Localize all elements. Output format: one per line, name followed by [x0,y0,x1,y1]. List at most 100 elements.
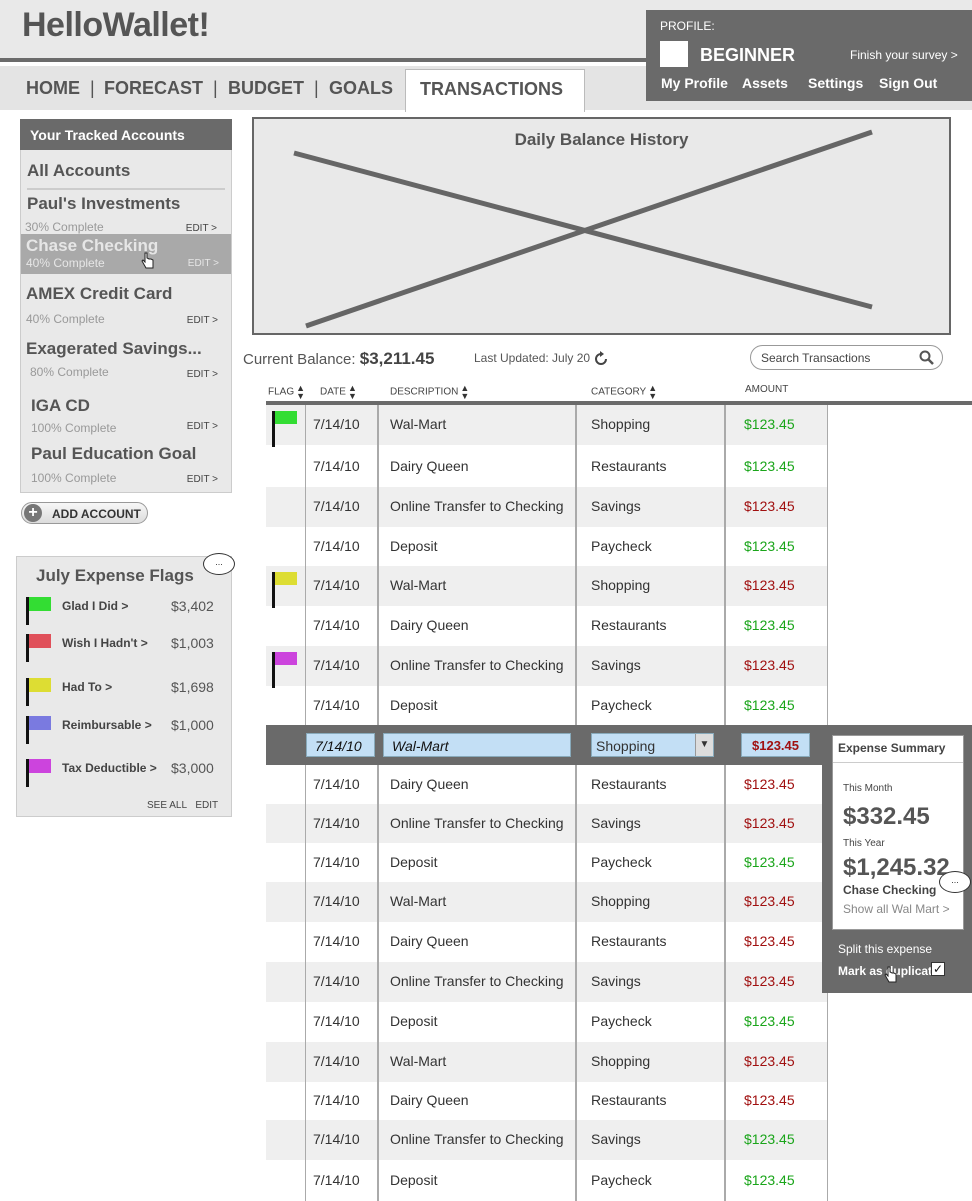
account-edit-link[interactable]: EDIT > [187,315,218,326]
profile-avatar[interactable] [660,41,688,67]
cell-description: Dairy Queen [390,933,469,949]
account-edit-link[interactable]: EDIT > [187,369,218,380]
account-name[interactable]: Paul's Investments [27,194,180,214]
flag-item-had-to[interactable]: Had To > $1,698 [26,678,226,718]
edit-flags-link[interactable]: EDIT [195,800,218,811]
account-name[interactable]: Paul Education Goal [31,444,196,464]
cell-amount: $123.45 [744,498,795,514]
show-all-link[interactable]: Show all Wal Mart > [843,902,950,916]
column-header-description[interactable]: DESCRIPTION ▲ ▼ [390,383,470,401]
survey-link[interactable]: Finish your survey > [850,48,958,62]
cell-category: Shopping [591,577,651,593]
table-row[interactable]: 7/14/10 Deposit Paycheck $123.45 [266,527,828,566]
cell-amount: $123.45 [744,617,795,633]
column-divider [377,405,379,1201]
refresh-icon[interactable] [593,351,609,367]
this-month-label: This Month [843,783,893,794]
image-placeholder-x-icon [293,129,873,329]
cell-date: 7/14/10 [313,1131,360,1147]
cell-category: Restaurants [591,458,667,474]
table-row[interactable]: 7/14/10 Dairy Queen Restaurants $123.45 [266,606,828,646]
comment-bubble-icon[interactable]: ... [939,871,971,893]
category-select[interactable]: Shopping ▼ [591,733,714,757]
table-row[interactable]: 7/14/10 Online Transfer to Checking Saving… [266,962,828,1002]
flag-item-glad[interactable]: Glad I Did > $3,402 [26,597,226,637]
sort-icon: ▲ ▼ [460,383,470,401]
all-accounts-item[interactable]: All Accounts [27,161,130,181]
flag-label: Glad I Did > [62,599,129,613]
search-transactions[interactable]: Search Transactions [750,345,943,370]
table-row[interactable]: 7/14/10 Online Transfer to Checking Saving… [266,1120,828,1160]
table-row[interactable]: 7/14/10 Wal-Mart Shopping $123.45 [266,1042,828,1082]
cell-amount: $123.45 [744,416,795,432]
cell-description: Deposit [390,1013,438,1029]
column-header-flag[interactable]: FLAG ▲ ▼ [268,384,305,401]
table-row[interactable]: 7/14/10 Online Transfer to Checking Saving… [266,804,828,843]
table-row[interactable]: 7/14/10 Deposit Paycheck $123.45 [266,1002,828,1042]
comment-bubble-icon[interactable]: ... [203,553,235,575]
this-month-value: $332.45 [843,803,930,830]
account-edit-link[interactable]: EDIT > [187,474,218,485]
table-row[interactable]: 7/14/10 Deposit Paycheck $123.45 [266,843,828,882]
account-item-selected[interactable]: Chase Checking 40% Complete EDIT > [21,234,231,274]
settings-link[interactable]: Settings [808,75,863,91]
account-edit-link[interactable]: EDIT > [188,258,219,269]
search-input[interactable]: Search Transactions [761,351,870,365]
cell-date: 7/14/10 [313,1172,360,1188]
account-name[interactable]: IGA CD [31,396,90,416]
table-row[interactable]: 7/14/10 Dairy Queen Restaurants $123.45 [266,765,828,804]
amount-edit-field[interactable]: $123.45 [741,733,810,757]
cell-date: 7/14/10 [313,893,360,909]
account-name[interactable]: Exagerated Savings... [26,339,202,359]
table-row[interactable]: 7/14/10 Wal-Mart Shopping $123.45 [266,405,828,447]
cell-category: Shopping [591,893,651,909]
date-edit-field[interactable]: 7/14/10 [306,733,375,757]
table-row[interactable]: 7/14/10 Deposit Paycheck $123.45 [266,686,828,725]
column-header-amount[interactable]: AMOUNT [745,384,788,395]
see-all-link[interactable]: SEE ALL [147,800,187,811]
account-edit-link[interactable]: EDIT > [186,223,217,234]
split-expense-link[interactable]: Split this expense [838,942,932,956]
nav-goals[interactable]: GOALS [329,78,393,99]
cell-amount: $123.45 [744,1172,795,1188]
flag-item-tax[interactable]: Tax Deductible > $3,000 [26,759,226,799]
account-name[interactable]: AMEX Credit Card [26,284,172,304]
description-edit-field[interactable]: Wal-Mart [383,733,571,757]
table-row[interactable]: 7/14/10 Wal-Mart Shopping $123.45 [266,882,828,922]
dropdown-arrow-icon[interactable]: ▼ [695,734,713,756]
table-row[interactable]: 7/14/10 Dairy Queen Restaurants $123.45 [266,1082,828,1120]
table-row[interactable]: 7/14/10 Wal-Mart Shopping $123.45 [266,566,828,608]
duplicate-checkbox[interactable]: ✓ [931,962,945,976]
profile-level: BEGINNER [700,45,796,65]
nav-home[interactable]: HOME [26,78,80,99]
flag-item-reimbursable[interactable]: Reimbursable > $1,000 [26,716,226,756]
nav-budget[interactable]: BUDGET [228,78,304,99]
column-header-category[interactable]: CATEGORY ▲ ▼ [591,384,657,401]
search-icon[interactable] [919,350,935,366]
divider [833,762,963,763]
add-account-button[interactable]: + ADD ACCOUNT [21,502,148,524]
column-header-date[interactable]: DATE ▲ ▼ [320,384,357,401]
table-row[interactable]: 7/14/10 Online Transfer to Checking Saving… [266,487,828,527]
sign-out-link[interactable]: Sign Out [879,75,937,91]
cell-category: Savings [591,815,641,831]
nav-transactions[interactable]: TRANSACTIONS [405,69,585,112]
table-row[interactable]: 7/14/10 Dairy Queen Restaurants $123.45 [266,447,828,487]
cell-amount: $123.45 [744,458,795,474]
flag-color-swatch [29,678,51,692]
flag-item-wish[interactable]: Wish I Hadn't > $1,003 [26,634,226,674]
cell-description: Online Transfer to Checking [390,815,564,831]
table-row[interactable]: 7/14/10 Deposit Paycheck $123.45 [266,1160,828,1201]
column-divider [305,405,306,1201]
app-logo[interactable]: HelloWallet! [22,6,210,45]
my-profile-link[interactable]: My Profile [661,75,728,91]
account-edit-link[interactable]: EDIT > [187,421,218,432]
accounts-header: Your Tracked Accounts [20,119,232,150]
nav-forecast[interactable]: FORECAST [104,78,203,99]
flag-amount: $1,000 [171,717,214,733]
flag-amount: $3,402 [171,598,214,614]
table-row[interactable]: 7/14/10 Online Transfer to Checking Saving… [266,646,828,688]
table-row[interactable]: 7/14/10 Dairy Queen Restaurants $123.45 [266,922,828,962]
this-year-label: This Year [843,838,885,849]
assets-link[interactable]: Assets [742,75,788,91]
